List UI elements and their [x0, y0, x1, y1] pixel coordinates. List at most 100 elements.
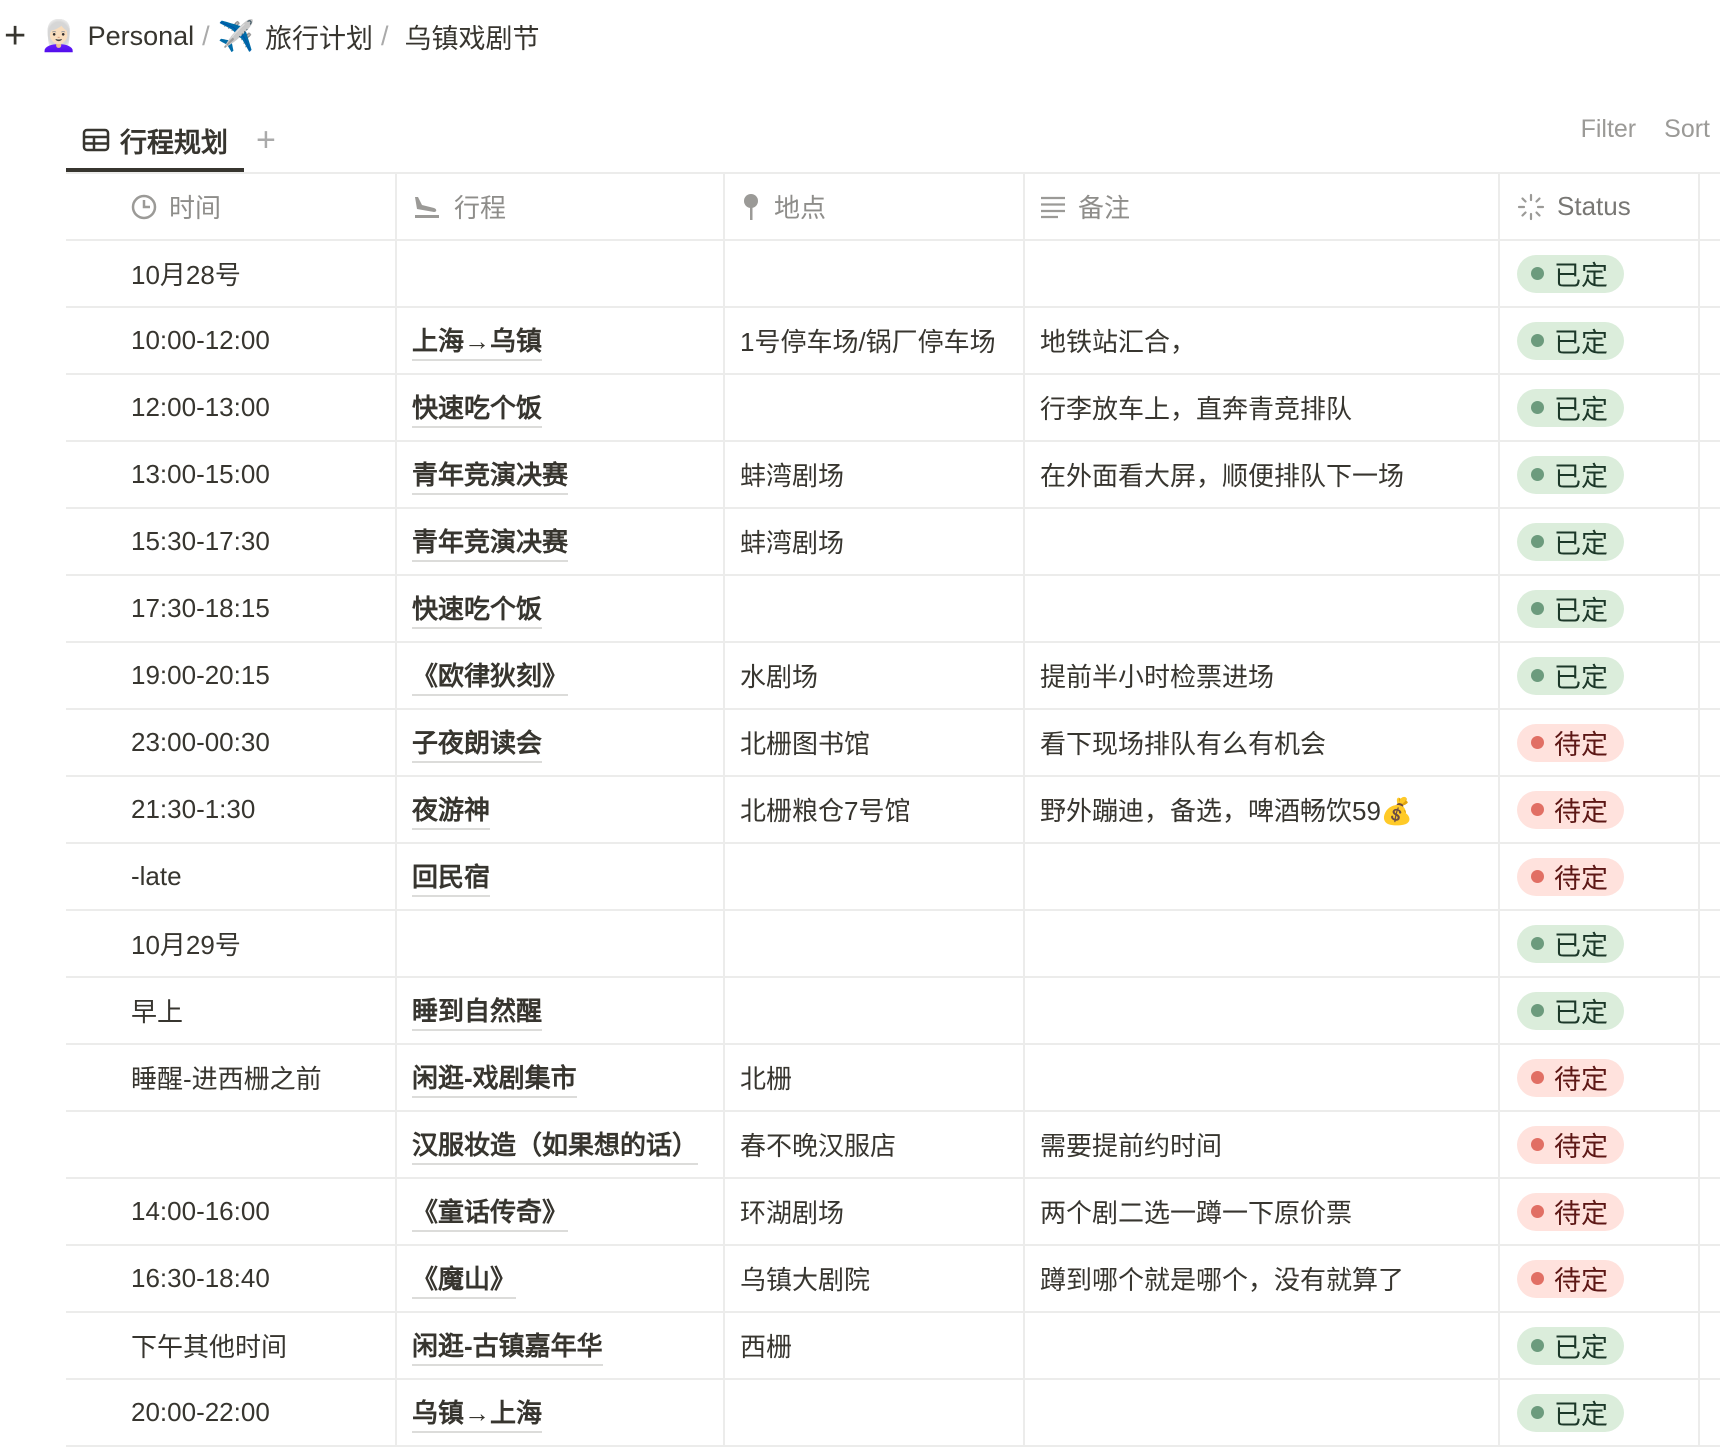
time-cell[interactable]: 睡醒-进西栅之前 [66, 1045, 397, 1110]
note-cell[interactable]: 提前半小时检票进场 [1025, 643, 1500, 708]
time-cell[interactable]: 12:00-13:00 [66, 375, 397, 440]
table-row[interactable]: 睡醒-进西栅之前 闲逛-戏剧集市 北栅 待定 [66, 1045, 1720, 1112]
breadcrumb-current-page[interactable]: 乌镇戏剧节 [405, 17, 540, 56]
note-cell[interactable]: 蹲到哪个就是哪个，没有就算了 [1025, 1246, 1500, 1311]
itinerary-title-link[interactable]: 夜游神 [412, 790, 491, 830]
status-badge[interactable]: 待定 [1517, 1192, 1624, 1231]
note-cell[interactable] [1025, 978, 1500, 1043]
time-cell[interactable]: 16:30-18:40 [66, 1246, 397, 1311]
time-cell[interactable]: 23:00-00:30 [66, 710, 397, 775]
add-view-button[interactable]: + [256, 121, 276, 160]
status-cell[interactable]: 已定 [1500, 241, 1700, 306]
time-cell[interactable]: 13:00-15:00 [66, 442, 397, 507]
status-badge[interactable]: 待定 [1517, 723, 1624, 762]
place-cell[interactable] [725, 911, 1025, 976]
note-cell[interactable] [1025, 1380, 1500, 1445]
time-cell[interactable]: 21:30-1:30 [66, 777, 397, 842]
status-badge[interactable]: 待定 [1517, 857, 1624, 896]
itinerary-cell[interactable]: 上海→乌镇 [397, 308, 725, 373]
itinerary-cell[interactable]: 《欧律狄刻》 [397, 643, 725, 708]
place-cell[interactable]: 蚌湾剧场 [725, 509, 1025, 574]
table-row[interactable]: -late 回民宿 待定 [66, 844, 1720, 911]
itinerary-title-link[interactable]: 乌镇→上海 [412, 1393, 543, 1433]
itinerary-title-link[interactable]: 回民宿 [412, 857, 491, 897]
itinerary-cell[interactable]: 闲逛-戏剧集市 [397, 1045, 725, 1110]
status-cell[interactable]: 待定 [1500, 1179, 1700, 1244]
status-cell[interactable]: 已定 [1500, 442, 1700, 507]
itinerary-cell[interactable]: 《魔山》 [397, 1246, 725, 1311]
note-cell[interactable] [1025, 911, 1500, 976]
status-cell[interactable]: 待定 [1500, 1045, 1700, 1110]
status-badge[interactable]: 已定 [1517, 924, 1624, 963]
itinerary-title-link[interactable]: 闲逛-古镇嘉年华 [412, 1326, 603, 1366]
status-cell[interactable]: 已定 [1500, 375, 1700, 440]
table-row[interactable]: 14:00-16:00 《童话传奇》 环湖剧场 两个剧二选一蹲一下原价票 待定 [66, 1179, 1720, 1246]
tab-itinerary[interactable]: 行程规划 [66, 110, 244, 172]
time-cell[interactable] [66, 1112, 397, 1177]
place-cell[interactable]: 水剧场 [725, 643, 1025, 708]
table-row[interactable]: 20:00-22:00 乌镇→上海 已定 [66, 1380, 1720, 1447]
status-badge[interactable]: 已定 [1517, 656, 1624, 695]
itinerary-title-link[interactable]: 《魔山》 [412, 1259, 517, 1299]
status-cell[interactable]: 已定 [1500, 643, 1700, 708]
breadcrumb-travel-plan[interactable]: 旅行计划 [265, 17, 373, 56]
note-cell[interactable] [1025, 1045, 1500, 1110]
status-cell[interactable]: 待定 [1500, 1246, 1700, 1311]
status-badge[interactable]: 待定 [1517, 1259, 1624, 1298]
status-badge[interactable]: 已定 [1517, 455, 1624, 494]
time-cell[interactable]: 早上 [66, 978, 397, 1043]
table-row[interactable]: 10月29号 已定 [66, 911, 1720, 978]
column-header-notes[interactable]: 备注 [1025, 174, 1500, 239]
note-cell[interactable]: 看下现场排队有么有机会 [1025, 710, 1500, 775]
table-row[interactable]: 15:30-17:30 青年竞演决赛 蚌湾剧场 已定 [66, 509, 1720, 576]
status-cell[interactable]: 已定 [1500, 911, 1700, 976]
itinerary-cell[interactable]: 青年竞演决赛 [397, 442, 725, 507]
column-header-time[interactable]: 时间 [66, 174, 397, 239]
time-cell[interactable]: 20:00-22:00 [66, 1380, 397, 1445]
itinerary-cell[interactable]: 汉服妆造（如果想的话） [397, 1112, 725, 1177]
place-cell[interactable]: 1号停车场/锅厂停车场 [725, 308, 1025, 373]
itinerary-title-link[interactable]: 快速吃个饭 [412, 388, 543, 428]
note-cell[interactable]: 地铁站汇合， [1025, 308, 1500, 373]
sort-button[interactable]: Sort [1664, 115, 1710, 144]
status-badge[interactable]: 已定 [1517, 991, 1624, 1030]
note-cell[interactable] [1025, 241, 1500, 306]
breadcrumb-personal[interactable]: Personal [88, 21, 195, 52]
itinerary-title-link[interactable]: 青年竞演决赛 [412, 522, 569, 562]
status-cell[interactable]: 待定 [1500, 1112, 1700, 1177]
table-row[interactable]: 汉服妆造（如果想的话） 春不晚汉服店 需要提前约时间 待定 [66, 1112, 1720, 1179]
note-cell[interactable]: 在外面看大屏，顺便排队下一场 [1025, 442, 1500, 507]
status-cell[interactable]: 已定 [1500, 509, 1700, 574]
add-icon[interactable]: + [4, 17, 26, 55]
status-badge[interactable]: 待定 [1517, 1058, 1624, 1097]
itinerary-title-link[interactable]: 睡到自然醒 [412, 991, 543, 1031]
place-cell[interactable]: 乌镇大剧院 [725, 1246, 1025, 1311]
time-cell[interactable]: 19:00-20:15 [66, 643, 397, 708]
itinerary-title-link[interactable]: 《童话传奇》 [412, 1192, 569, 1232]
itinerary-cell[interactable]: 青年竞演决赛 [397, 509, 725, 574]
note-cell[interactable] [1025, 844, 1500, 909]
table-row[interactable]: 13:00-15:00 青年竞演决赛 蚌湾剧场 在外面看大屏，顺便排队下一场 已定 [66, 442, 1720, 509]
status-badge[interactable]: 已定 [1517, 321, 1624, 360]
note-cell[interactable]: 两个剧二选一蹲一下原价票 [1025, 1179, 1500, 1244]
place-cell[interactable] [725, 375, 1025, 440]
place-cell[interactable]: 北栅粮仓7号馆 [725, 777, 1025, 842]
itinerary-title-link[interactable]: 闲逛-戏剧集市 [412, 1058, 577, 1098]
note-cell[interactable]: 需要提前约时间 [1025, 1112, 1500, 1177]
column-header-place[interactable]: 地点 [725, 174, 1025, 239]
status-cell[interactable]: 待定 [1500, 710, 1700, 775]
place-cell[interactable]: 西栅 [725, 1313, 1025, 1378]
status-cell[interactable]: 待定 [1500, 777, 1700, 842]
time-cell[interactable]: 10月29号 [66, 911, 397, 976]
table-row[interactable]: 10:00-12:00 上海→乌镇 1号停车场/锅厂停车场 地铁站汇合， 已定 [66, 308, 1720, 375]
status-badge[interactable]: 已定 [1517, 522, 1624, 561]
place-cell[interactable]: 北栅图书馆 [725, 710, 1025, 775]
itinerary-cell[interactable] [397, 241, 725, 306]
itinerary-title-link[interactable]: 青年竞演决赛 [412, 455, 569, 495]
status-badge[interactable]: 已定 [1517, 1393, 1624, 1432]
status-cell[interactable]: 已定 [1500, 1313, 1700, 1378]
itinerary-cell[interactable]: 乌镇→上海 [397, 1380, 725, 1445]
status-badge[interactable]: 待定 [1517, 790, 1624, 829]
itinerary-cell[interactable]: 睡到自然醒 [397, 978, 725, 1043]
itinerary-cell[interactable]: 子夜朗读会 [397, 710, 725, 775]
